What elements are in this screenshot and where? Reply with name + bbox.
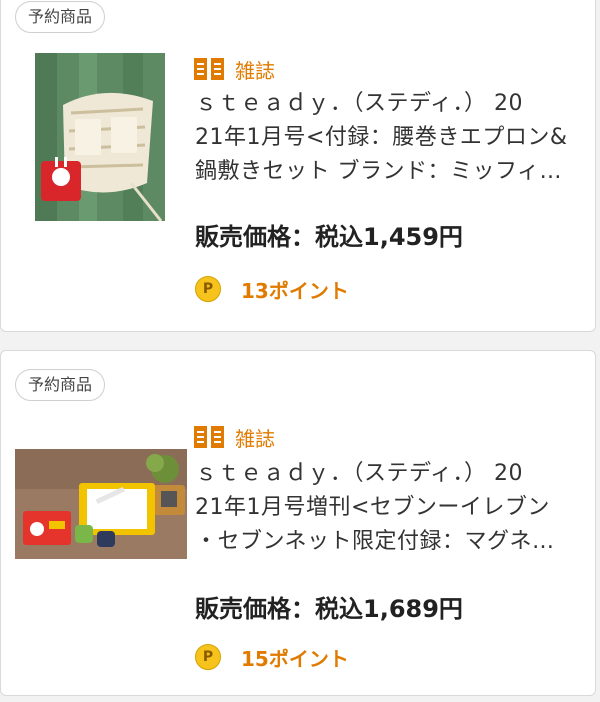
category-row: 雑誌 (193, 423, 275, 451)
product-title[interactable]: ｓｔｅａｄｙ．（ステディ．） 20 21年1月号増刊<セブンーイレブン ・セブン… (195, 457, 587, 559)
product-thumbnail[interactable] (35, 53, 165, 221)
points-row: P 15ポイント (195, 643, 349, 671)
book-icon (193, 56, 225, 82)
title-line: 21年1月号増刊<セブンーイレブン (195, 495, 550, 520)
product-card[interactable]: 予約商品 (0, 350, 596, 696)
title-line: 鍋敷きセット ブランド：ミッフィ… (195, 159, 563, 184)
preorder-badge: 予約商品 (15, 1, 106, 33)
book-icon (193, 424, 225, 450)
product-thumbnail[interactable] (15, 449, 187, 559)
title-line: ｓｔｅａｄｙ．（ステディ．） 20 (195, 91, 523, 116)
title-line: 21年1月号<付録：腰巻きエプロン& (195, 125, 568, 150)
product-card[interactable]: 予約商品 (0, 0, 596, 332)
title-line: ｓｔｅａｄｙ．（ステディ．） 20 (195, 461, 523, 486)
title-line: ・セブンネット限定付録：マグネ… (195, 529, 555, 554)
product-price: 販売価格：税込1,689円 (195, 595, 463, 623)
points-row: P 13ポイント (195, 275, 349, 303)
points-label: 13ポイント (241, 278, 349, 303)
category-row: 雑誌 (193, 55, 275, 83)
product-title[interactable]: ｓｔｅａｄｙ．（ステディ．） 20 21年1月号<付録：腰巻きエプロン& 鍋敷き… (195, 87, 587, 189)
category-label: 雑誌 (235, 58, 275, 83)
category-label: 雑誌 (235, 426, 275, 451)
preorder-badge: 予約商品 (15, 369, 106, 401)
product-price: 販売価格：税込1,459円 (195, 223, 463, 251)
points-label: 15ポイント (241, 646, 349, 671)
point-coin-icon: P (195, 276, 221, 302)
point-coin-icon: P (195, 644, 221, 670)
